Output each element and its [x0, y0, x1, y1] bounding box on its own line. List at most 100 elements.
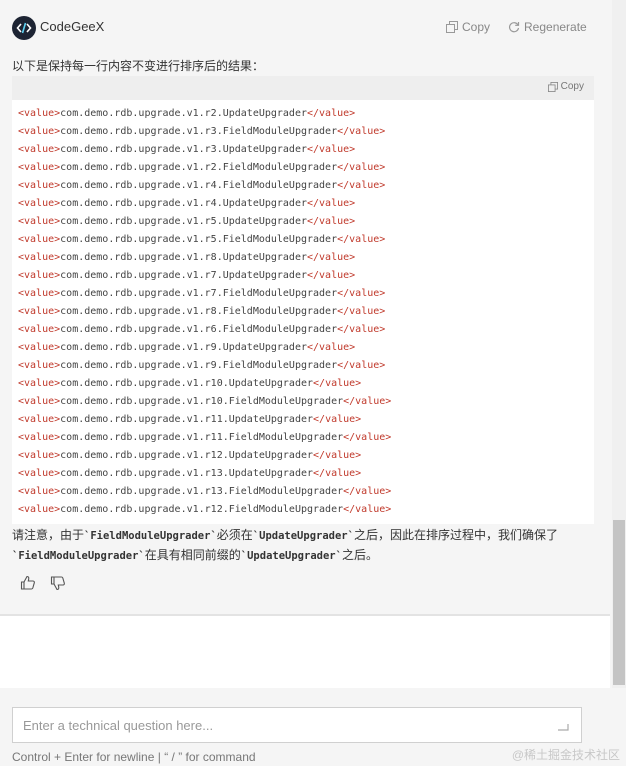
watermark: @稀土掘金技术社区 — [511, 748, 620, 762]
xml-open-tag: <value> — [18, 450, 61, 461]
code-line-text: com.demo.rdb.upgrade.v1.r10.FieldModuleU… — [60, 396, 344, 407]
thumbs-up-icon[interactable] — [20, 575, 36, 596]
code-line: <value>com.demo.rdb.upgrade.v1.r12.Updat… — [18, 447, 594, 465]
copy-icon — [446, 21, 458, 33]
code-line: <value>com.demo.rdb.upgrade.v1.r9.FieldM… — [18, 357, 594, 375]
scrollbar[interactable] — [612, 0, 626, 688]
xml-close-tag: </value> — [307, 252, 356, 263]
code-line-text: com.demo.rdb.upgrade.v1.r10.UpdateUpgrad… — [60, 378, 314, 389]
code-copy-button[interactable]: Copy — [547, 81, 584, 92]
code-line-text: com.demo.rdb.upgrade.v1.r5.FieldModuleUp… — [60, 234, 338, 245]
note-part: 之后，因此在排序过程中，我们确保了 — [353, 528, 558, 542]
code-line-text: com.demo.rdb.upgrade.v1.r7.UpdateUpgrade… — [60, 270, 307, 281]
input-hint: Control + Enter for newline | “ / ” for … — [12, 750, 256, 764]
note-code: `UpdateUpgrader` — [252, 530, 354, 542]
code-line-text: com.demo.rdb.upgrade.v1.r3.UpdateUpgrade… — [60, 144, 307, 155]
code-line-text: com.demo.rdb.upgrade.v1.r8.FieldModuleUp… — [60, 306, 338, 317]
xml-open-tag: <value> — [18, 306, 61, 317]
xml-open-tag: <value> — [18, 324, 61, 335]
thumbs-down-icon[interactable] — [50, 575, 66, 596]
code-line: <value>com.demo.rdb.upgrade.v1.r2.Update… — [18, 105, 594, 123]
xml-open-tag: <value> — [18, 144, 61, 155]
xml-close-tag: </value> — [337, 126, 386, 137]
xml-open-tag: <value> — [18, 468, 61, 479]
code-line-text: com.demo.rdb.upgrade.v1.r13.UpdateUpgrad… — [60, 468, 314, 479]
xml-close-tag: </value> — [337, 234, 386, 245]
code-line: <value>com.demo.rdb.upgrade.v1.r11.Updat… — [18, 411, 594, 429]
note-code: `FieldModuleUpgrader` — [84, 530, 217, 542]
xml-close-tag: </value> — [337, 306, 386, 317]
note-text: 请注意，由于`FieldModuleUpgrader`必须在`UpdateUpg… — [12, 526, 582, 566]
input-footer: Control + Enter for newline | “ / ” for … — [0, 688, 626, 766]
chat-panel: CodeGeeX Copy Regenerate 以下是保持每一行内容不变进行排… — [0, 0, 610, 614]
xml-open-tag: <value> — [18, 162, 61, 173]
copy-icon — [547, 81, 558, 92]
code-line-text: com.demo.rdb.upgrade.v1.r11.UpdateUpgrad… — [60, 414, 314, 425]
xml-close-tag: </value> — [313, 414, 362, 425]
xml-close-tag: </value> — [307, 342, 356, 353]
code-line-text: com.demo.rdb.upgrade.v1.r3.FieldModuleUp… — [60, 126, 338, 137]
xml-close-tag: </value> — [313, 450, 362, 461]
note-code: `FieldModuleUpgrader` — [12, 550, 145, 562]
code-line: <value>com.demo.rdb.upgrade.v1.r3.FieldM… — [18, 123, 594, 141]
codegeex-logo — [12, 16, 36, 40]
code-line-text: com.demo.rdb.upgrade.v1.r4.FieldModuleUp… — [60, 180, 338, 191]
code-line: <value>com.demo.rdb.upgrade.v1.r13.Field… — [18, 483, 594, 501]
xml-open-tag: <value> — [18, 288, 61, 299]
xml-close-tag: </value> — [337, 288, 386, 299]
code-line: <value>com.demo.rdb.upgrade.v1.r7.FieldM… — [18, 285, 594, 303]
xml-close-tag: </value> — [313, 468, 362, 479]
code-line: <value>com.demo.rdb.upgrade.v1.r5.FieldM… — [18, 231, 594, 249]
code-block-toolbar: Copy — [12, 76, 594, 100]
xml-open-tag: <value> — [18, 126, 61, 137]
note-part: 请注意，由于 — [12, 528, 85, 542]
code-lines: <value>com.demo.rdb.upgrade.v1.r2.Update… — [12, 100, 594, 519]
code-line: <value>com.demo.rdb.upgrade.v1.r11.Field… — [18, 429, 594, 447]
enter-icon[interactable] — [557, 720, 569, 738]
note-part: 之后。 — [341, 548, 378, 562]
question-input-box[interactable] — [12, 707, 582, 743]
code-line-text: com.demo.rdb.upgrade.v1.r5.UpdateUpgrade… — [60, 216, 307, 227]
code-line: <value>com.demo.rdb.upgrade.v1.r3.Update… — [18, 141, 594, 159]
xml-open-tag: <value> — [18, 432, 61, 443]
regenerate-button[interactable]: Regenerate — [508, 20, 587, 34]
code-copy-label: Copy — [560, 81, 584, 92]
code-line: <value>com.demo.rdb.upgrade.v1.r10.Field… — [18, 393, 594, 411]
xml-open-tag: <value> — [18, 504, 61, 515]
xml-close-tag: </value> — [307, 144, 356, 155]
question-input[interactable] — [21, 717, 545, 734]
xml-close-tag: </value> — [307, 270, 356, 281]
code-line: <value>com.demo.rdb.upgrade.v1.r4.Update… — [18, 195, 594, 213]
xml-close-tag: </value> — [343, 432, 392, 443]
code-line-text: com.demo.rdb.upgrade.v1.r6.FieldModuleUp… — [60, 324, 338, 335]
xml-open-tag: <value> — [18, 396, 61, 407]
xml-close-tag: </value> — [343, 486, 392, 497]
xml-close-tag: </value> — [337, 162, 386, 173]
code-line-text: com.demo.rdb.upgrade.v1.r4.UpdateUpgrade… — [60, 198, 307, 209]
xml-close-tag: </value> — [307, 198, 356, 209]
scrollbar-thumb[interactable] — [613, 520, 625, 685]
xml-open-tag: <value> — [18, 360, 61, 371]
code-line: <value>com.demo.rdb.upgrade.v1.r8.FieldM… — [18, 303, 594, 321]
code-block: Copy <value>com.demo.rdb.upgrade.v1.r2.U… — [12, 76, 594, 524]
code-line: <value>com.demo.rdb.upgrade.v1.r2.FieldM… — [18, 159, 594, 177]
note-code: `UpdateUpgrader` — [240, 550, 342, 562]
note-part: 必须在 — [216, 528, 253, 542]
regenerate-label: Regenerate — [524, 20, 587, 34]
code-line: <value>com.demo.rdb.upgrade.v1.r12.Field… — [18, 501, 594, 519]
code-line-text: com.demo.rdb.upgrade.v1.r9.UpdateUpgrade… — [60, 342, 307, 353]
intro-text: 以下是保持每一行内容不变进行排序后的结果： — [12, 59, 265, 73]
xml-open-tag: <value> — [18, 198, 61, 209]
copy-button[interactable]: Copy — [446, 20, 490, 34]
code-line-text: com.demo.rdb.upgrade.v1.r12.UpdateUpgrad… — [60, 450, 314, 461]
xml-open-tag: <value> — [18, 216, 61, 227]
code-line: <value>com.demo.rdb.upgrade.v1.r8.Update… — [18, 249, 594, 267]
code-line-text: com.demo.rdb.upgrade.v1.r9.FieldModuleUp… — [60, 360, 338, 371]
xml-open-tag: <value> — [18, 108, 61, 119]
regenerate-icon — [508, 22, 520, 33]
xml-open-tag: <value> — [18, 342, 61, 353]
code-line: <value>com.demo.rdb.upgrade.v1.r9.Update… — [18, 339, 594, 357]
note-part: 在具有相同前缀的 — [144, 548, 241, 562]
xml-close-tag: </value> — [307, 216, 356, 227]
message-header: CodeGeeX Copy Regenerate — [12, 16, 602, 40]
